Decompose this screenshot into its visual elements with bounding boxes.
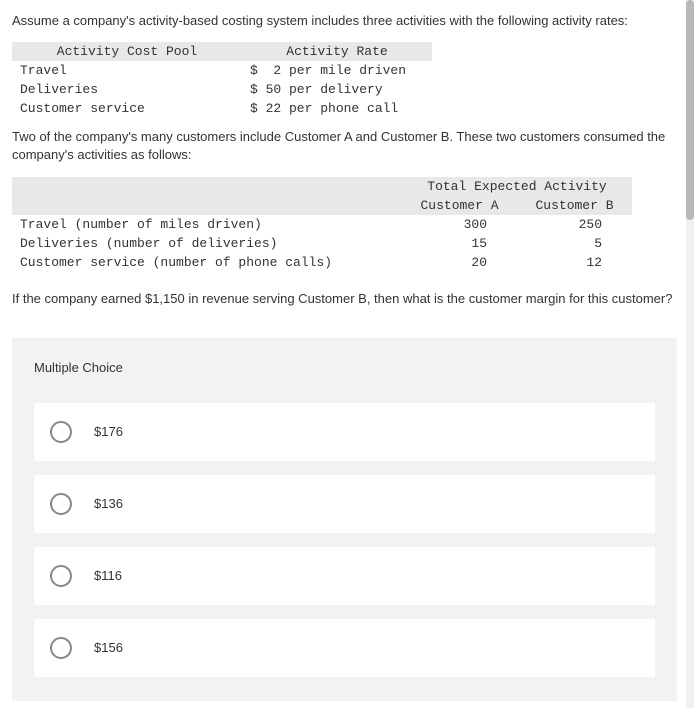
pool-cell: Travel [12, 61, 242, 80]
pool-cell: Deliveries [12, 80, 242, 99]
empty-subheader [12, 196, 402, 215]
table-row: Travel $ 2 per mile driven [12, 61, 432, 80]
question-text: If the company earned $1,150 in revenue … [12, 290, 677, 308]
intro-text-2: Two of the company's many customers incl… [12, 128, 677, 164]
customer-b-value: 5 [517, 234, 632, 253]
activity-label: Deliveries (number of deliveries) [12, 234, 402, 253]
header-col-rate: Activity Rate [242, 42, 432, 61]
table-row: Travel (number of miles driven) 300 250 [12, 215, 632, 234]
header-total-expected: Total Expected Activity [402, 177, 632, 196]
mc-option-2[interactable]: $136 [34, 475, 655, 533]
mc-option-label: $116 [94, 568, 122, 583]
mc-option-label: $136 [94, 496, 123, 511]
radio-icon[interactable] [50, 493, 72, 515]
mc-option-label: $156 [94, 640, 123, 655]
subheader-customer-a: Customer A [402, 196, 517, 215]
customer-b-value: 12 [517, 253, 632, 272]
mc-option-3[interactable]: $116 [34, 547, 655, 605]
customer-a-value: 300 [402, 215, 517, 234]
pool-cell: Customer service [12, 99, 242, 118]
header-col-pool: Activity Cost Pool [12, 42, 242, 61]
table-row: Customer service (number of phone calls)… [12, 253, 632, 272]
radio-icon[interactable] [50, 637, 72, 659]
scrollbar-thumb[interactable] [686, 0, 694, 220]
mc-option-label: $176 [94, 424, 123, 439]
mc-option-4[interactable]: $156 [34, 619, 655, 677]
activity-label: Travel (number of miles driven) [12, 215, 402, 234]
scrollbar-track[interactable] [686, 0, 694, 708]
table-row: Customer service $ 22 per phone call [12, 99, 432, 118]
customer-a-value: 15 [402, 234, 517, 253]
table-subheader-row: Customer A Customer B [12, 196, 632, 215]
multiple-choice-container: Multiple Choice $176 $136 $116 $156 [12, 338, 677, 701]
intro-text-1: Assume a company's activity-based costin… [12, 12, 677, 30]
table-header-row: Activity Cost Pool Activity Rate [12, 42, 432, 61]
table-row: Deliveries (number of deliveries) 15 5 [12, 234, 632, 253]
activity-usage-table: Total Expected Activity Customer A Custo… [12, 177, 632, 272]
rate-cell: $ 2 per mile driven [242, 61, 432, 80]
table-header-row: Total Expected Activity [12, 177, 632, 196]
activity-rate-table: Activity Cost Pool Activity Rate Travel … [12, 42, 432, 118]
radio-icon[interactable] [50, 421, 72, 443]
customer-a-value: 20 [402, 253, 517, 272]
rate-cell: $ 22 per phone call [242, 99, 432, 118]
mc-option-1[interactable]: $176 [34, 403, 655, 461]
customer-b-value: 250 [517, 215, 632, 234]
table-row: Deliveries $ 50 per delivery [12, 80, 432, 99]
rate-cell: $ 50 per delivery [242, 80, 432, 99]
radio-icon[interactable] [50, 565, 72, 587]
activity-label: Customer service (number of phone calls) [12, 253, 402, 272]
empty-header [12, 177, 402, 196]
subheader-customer-b: Customer B [517, 196, 632, 215]
multiple-choice-title: Multiple Choice [34, 360, 655, 375]
